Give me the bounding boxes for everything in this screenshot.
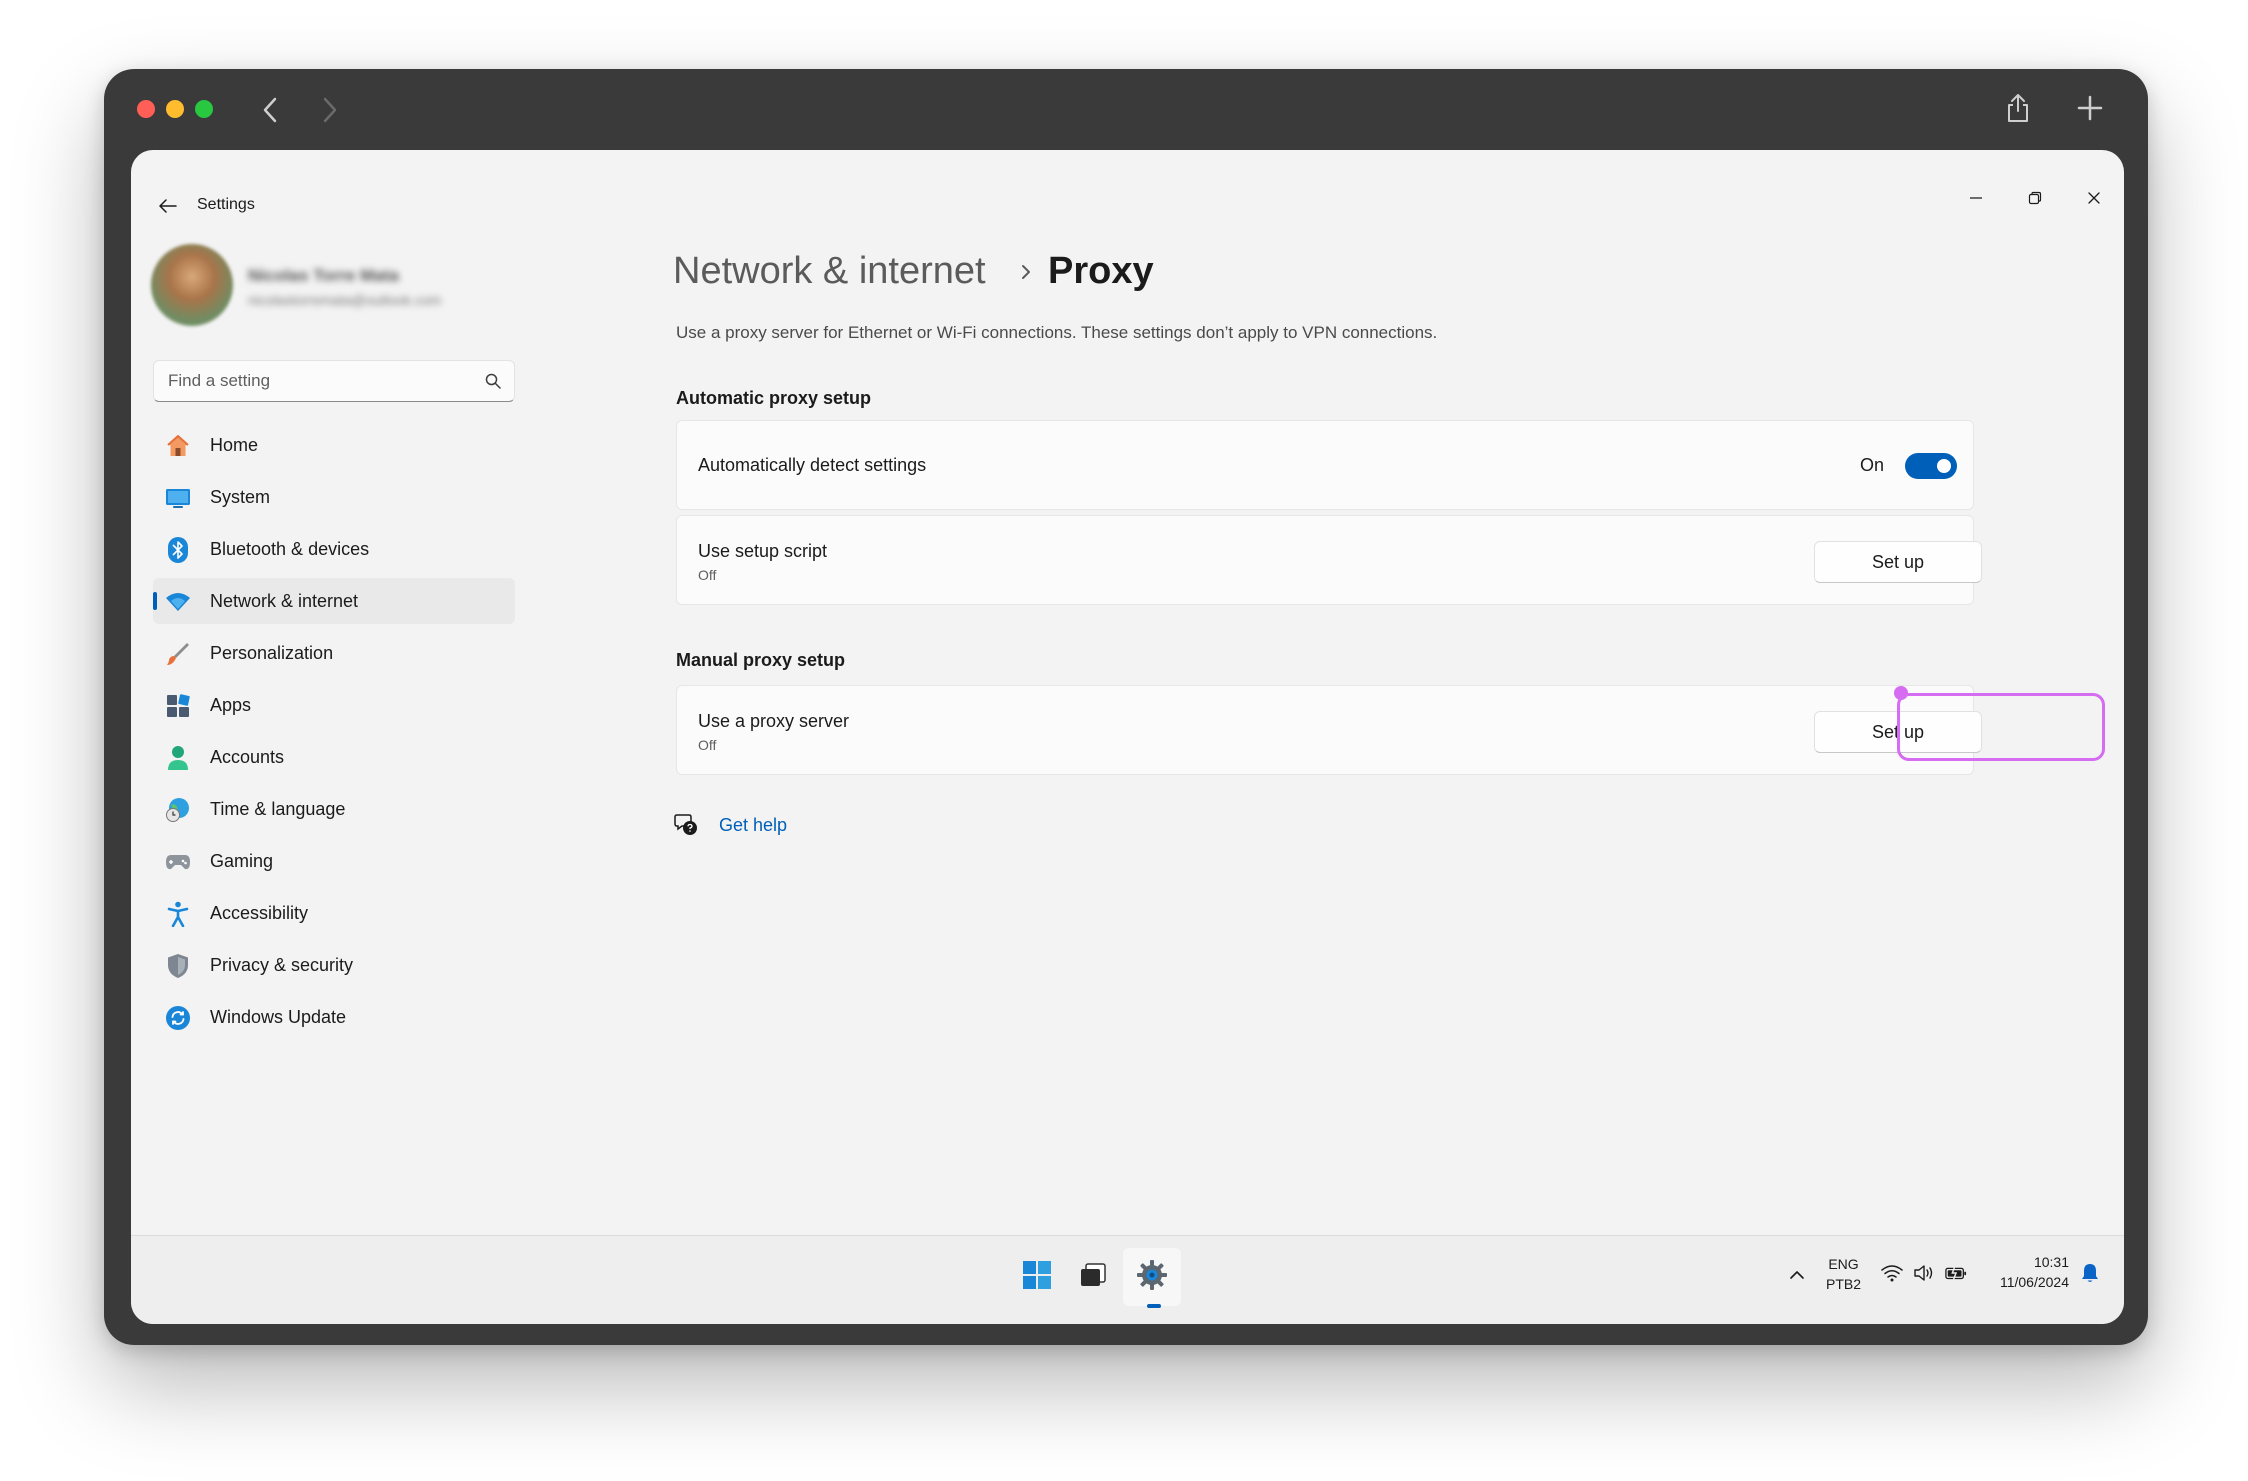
notification-bell-icon[interactable] xyxy=(2079,1262,2101,1284)
setup-script-button[interactable]: Set up xyxy=(1814,541,1982,583)
accessibility-icon xyxy=(165,901,191,927)
sidebar-item-apps[interactable]: Apps xyxy=(153,682,515,728)
sidebar-item-personalization[interactable]: Personalization xyxy=(153,630,515,676)
sidebar-item-label: System xyxy=(210,487,271,507)
globe-clock-icon xyxy=(165,797,191,823)
sidebar-item-label: Time & language xyxy=(210,799,346,819)
task-view-button[interactable] xyxy=(1064,1248,1122,1306)
sidebar-item-accessibility[interactable]: Accessibility xyxy=(153,890,515,936)
click-highlight-dot xyxy=(1894,686,1908,700)
sidebar-item-network-internet[interactable]: Network & internet xyxy=(153,578,515,624)
page-description: Use a proxy server for Ethernet or Wi-Fi… xyxy=(676,323,1438,342)
system-tray-icons[interactable] xyxy=(1881,1262,1967,1284)
home-icon xyxy=(165,433,191,459)
new-tab-plus-icon[interactable] xyxy=(2070,88,2110,128)
breadcrumb-parent[interactable]: Network & internet xyxy=(673,250,986,293)
mac-close-button[interactable] xyxy=(137,100,155,118)
clock-date: 11/06/2024 xyxy=(1999,1274,2069,1290)
windows-logo-icon xyxy=(1022,1260,1052,1295)
user-name: Nicolas Torre Mata xyxy=(248,266,399,285)
active-app-indicator xyxy=(1147,1304,1161,1308)
toggle-knob xyxy=(1937,459,1951,473)
sidebar-item-label: Network & internet xyxy=(210,591,359,611)
restore-button[interactable] xyxy=(2012,180,2058,216)
sidebar-item-home[interactable]: Home xyxy=(153,422,515,468)
sidebar-item-label: Windows Update xyxy=(210,1007,347,1027)
detect-settings-toggle[interactable] xyxy=(1905,453,1957,479)
sidebar-item-windows-update[interactable]: Windows Update xyxy=(153,994,515,1040)
setup-script-card: Use setup script Off Set up xyxy=(676,515,1982,605)
mac-minimize-button[interactable] xyxy=(166,100,184,118)
detect-settings-label: Automatically detect settings xyxy=(698,455,927,475)
back-arrow-icon[interactable] xyxy=(153,194,183,218)
get-help-link[interactable]: Get help xyxy=(719,815,787,836)
sidebar-item-label: Accessibility xyxy=(210,903,309,923)
proxy-setup-button[interactable]: Set up xyxy=(1814,711,1982,753)
setup-script-status: Off xyxy=(698,567,717,583)
sidebar-item-label: Privacy & security xyxy=(210,955,354,975)
language-code: ENG xyxy=(1828,1256,1859,1272)
brush-icon xyxy=(165,641,191,667)
taskbar-settings-app[interactable] xyxy=(1123,1248,1181,1306)
detect-settings-card: Automatically detect settings On xyxy=(676,420,1974,510)
search-input[interactable] xyxy=(154,361,474,401)
clock-time: 10:31 xyxy=(2033,1254,2069,1270)
section-title-automatic: Automatic proxy setup xyxy=(676,388,872,408)
keyboard-layout: PTB2 xyxy=(1826,1276,1862,1292)
sidebar-item-label: Gaming xyxy=(210,851,274,871)
section-title-manual: Manual proxy setup xyxy=(676,650,846,670)
start-button[interactable] xyxy=(1008,1248,1066,1306)
clock[interactable]: 10:31 11/06/2024 xyxy=(1987,1252,2069,1292)
sidebar-item-label: Home xyxy=(210,435,259,455)
user-email: nicolastorremata@outlook.com xyxy=(248,292,442,308)
sidebar-item-time-language[interactable]: Time & language xyxy=(153,786,515,832)
minimize-button[interactable] xyxy=(1953,180,1999,216)
gamepad-icon xyxy=(165,849,191,875)
shield-icon xyxy=(165,953,191,979)
system-icon xyxy=(165,485,191,511)
proxy-server-status: Off xyxy=(698,737,717,753)
language-indicator[interactable]: ENG PTB2 xyxy=(1826,1254,1861,1294)
close-button[interactable] xyxy=(2071,180,2117,216)
gear-icon xyxy=(1135,1258,1169,1297)
sidebar-item-privacy-security[interactable]: Privacy & security xyxy=(153,942,515,988)
avatar[interactable] xyxy=(151,244,233,326)
volume-icon xyxy=(1913,1262,1935,1284)
proxy-server-label: Use a proxy server xyxy=(698,711,850,731)
task-view-icon xyxy=(1079,1262,1107,1293)
bluetooth-icon xyxy=(165,537,191,563)
sidebar-item-label: Personalization xyxy=(210,643,334,663)
setup-script-label: Use setup script xyxy=(698,541,828,561)
taskbar: ENG PTB2 10:31 11/06/2024 xyxy=(131,1235,2124,1324)
settings-window: Settings Nicolas Torre Mata nicolastorre… xyxy=(131,150,2124,1324)
wifi-tray-icon xyxy=(1881,1262,1903,1284)
mac-zoom-button[interactable] xyxy=(195,100,213,118)
share-icon[interactable] xyxy=(1998,88,2038,128)
proxy-server-card: Use a proxy server Off Set up xyxy=(676,685,1982,775)
toggle-state-label: On xyxy=(1860,455,1885,475)
chevron-up-icon[interactable] xyxy=(1786,1264,1808,1286)
wifi-icon xyxy=(165,589,191,615)
search-box[interactable] xyxy=(153,360,515,402)
sidebar-item-accounts[interactable]: Accounts xyxy=(153,734,515,780)
help-chat-icon[interactable] xyxy=(674,812,700,838)
accounts-icon xyxy=(165,745,191,771)
sidebar-item-system[interactable]: System xyxy=(153,474,515,520)
sidebar-item-label: Accounts xyxy=(210,747,285,767)
search-icon[interactable] xyxy=(484,372,504,392)
sidebar-item-label: Apps xyxy=(210,695,252,715)
mac-back-icon[interactable] xyxy=(250,90,290,130)
sidebar-item-gaming[interactable]: Gaming xyxy=(153,838,515,884)
chevron-right-icon xyxy=(1015,258,1037,286)
sidebar-item-label: Bluetooth & devices xyxy=(210,539,370,559)
sidebar-item-bluetooth-devices[interactable]: Bluetooth & devices xyxy=(153,526,515,572)
battery-icon xyxy=(1945,1262,1967,1284)
page-title: Proxy xyxy=(1048,250,1154,292)
sidebar-nav: Home System Bluetooth & devices Network … xyxy=(153,422,515,1046)
mac-forward-icon[interactable] xyxy=(310,90,350,130)
window-title: Settings xyxy=(197,196,255,213)
update-icon xyxy=(165,1005,191,1031)
apps-icon xyxy=(165,693,191,719)
